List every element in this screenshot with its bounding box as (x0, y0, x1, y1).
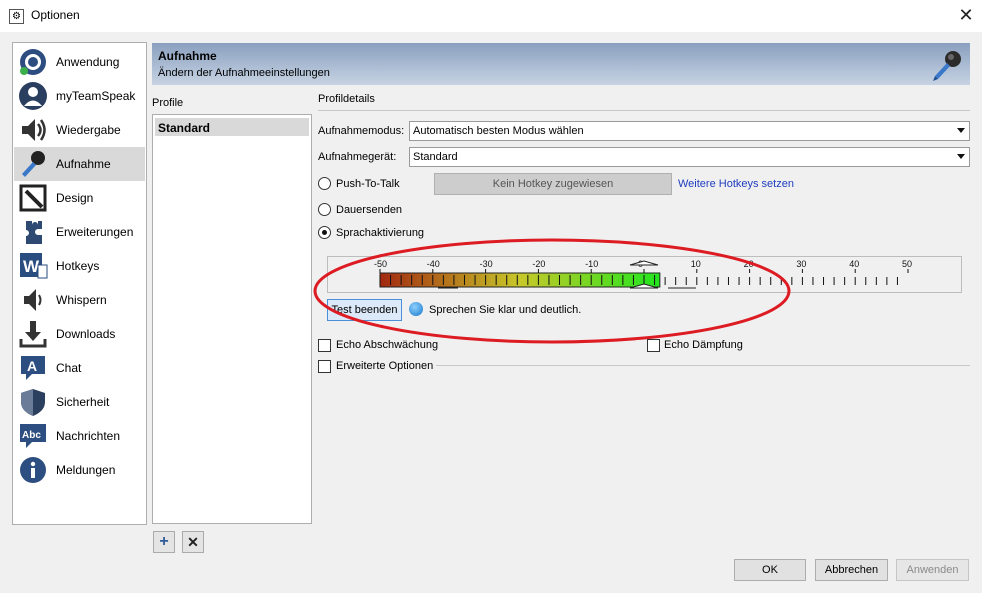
title-bar: ⚙ Optionen ✕ (0, 0, 982, 32)
cancel-button[interactable]: Abbrechen (815, 559, 888, 581)
echo-reduction-label: Echo Abschwächung (336, 339, 439, 351)
settings-gear-icon: ⚙ (9, 9, 24, 24)
sidebar-item-label: Erweiterungen (56, 225, 134, 239)
sidebar-item-sicherheit[interactable]: Sicherheit (14, 385, 145, 419)
meter-tick-label: 30 (796, 259, 806, 269)
sidebar-item-hotkeys[interactable]: W Hotkeys (14, 249, 145, 283)
recording-mode-label: Aufnahmemodus: (318, 125, 405, 137)
echo-cancellation-label: Echo Dämpfung (664, 339, 743, 351)
user-profile-icon (18, 81, 48, 111)
sidebar-item-design[interactable]: Design (14, 181, 145, 215)
advanced-options-checkbox[interactable] (318, 360, 331, 373)
sidebar-item-erweiterungen[interactable]: Erweiterungen (14, 215, 145, 249)
w-keyboard-icon: W (18, 251, 48, 281)
sidebar-item-meldungen[interactable]: Meldungen (14, 453, 145, 487)
sidebar-item-aufnahme[interactable]: Aufnahme (14, 147, 145, 181)
whisper-speaker-icon (18, 285, 48, 315)
advanced-options-label: Erweiterte Optionen (336, 360, 434, 372)
sidebar-item-label: Sicherheit (56, 395, 110, 409)
chat-bubble-icon: A (18, 353, 48, 383)
sidebar-item-chat[interactable]: A Chat (14, 351, 145, 385)
profile-item-standard[interactable]: Standard (155, 118, 309, 136)
abc-message-icon: Abc (18, 421, 48, 451)
push-to-talk-radio[interactable] (318, 177, 331, 190)
sidebar-item-label: Nachrichten (56, 429, 121, 443)
profile-item-label: Standard (158, 121, 211, 135)
profile-details-label: Profildetails (318, 93, 375, 105)
add-profile-button[interactable]: + (153, 531, 175, 553)
echo-reduction-checkbox[interactable] (318, 339, 331, 352)
settings-category-list: Anwendung myTeamSpeak Wiedergabe Aufnahme De… (12, 42, 147, 525)
chevron-down-icon (957, 128, 965, 133)
echo-cancellation-checkbox[interactable] (647, 339, 660, 352)
ok-button[interactable]: OK (734, 559, 806, 581)
svg-text:W: W (23, 257, 40, 276)
sidebar-item-myteamspeak[interactable]: myTeamSpeak (14, 79, 145, 113)
puzzle-icon (18, 217, 48, 247)
assign-hotkey-button[interactable]: Kein Hotkey zugewiesen (434, 173, 672, 195)
sidebar-item-label: Hotkeys (56, 259, 100, 273)
profile-list[interactable]: Standard (152, 114, 312, 524)
download-icon (18, 319, 48, 349)
annotation-ellipse (313, 238, 791, 344)
sidebar-item-anwendung[interactable]: Anwendung (14, 45, 145, 79)
recording-mode-value: Automatisch besten Modus wählen (413, 125, 584, 137)
microphone-icon (18, 149, 48, 179)
sidebar-item-label: myTeamSpeak (56, 89, 136, 103)
continuous-transmission-label: Dauersenden (336, 204, 403, 216)
continuous-transmission-radio[interactable] (318, 203, 331, 216)
sidebar-item-label: Aufnahme (56, 157, 111, 171)
divider (318, 110, 970, 111)
chevron-down-icon (957, 154, 965, 159)
design-pen-icon (18, 183, 48, 213)
info-icon (18, 455, 48, 485)
section-header: Aufnahme Ändern der Aufnahmeeinstellunge… (152, 43, 970, 85)
sidebar-item-label: Whispern (56, 293, 107, 307)
sidebar-item-label: Wiedergabe (56, 123, 121, 137)
recording-device-select[interactable]: Standard (409, 147, 970, 167)
recording-device-label: Aufnahmegerät: (318, 151, 397, 163)
divider (436, 365, 970, 366)
push-to-talk-label: Push-To-Talk (336, 178, 400, 190)
close-button[interactable]: ✕ (955, 4, 977, 26)
speaker-icon (18, 115, 48, 145)
sidebar-item-label: Design (56, 191, 94, 205)
sidebar-item-downloads[interactable]: Downloads (14, 317, 145, 351)
recording-mode-select[interactable]: Automatisch besten Modus wählen (409, 121, 970, 141)
section-title: Aufnahme (158, 49, 217, 63)
teamspeak-logo-icon (18, 47, 48, 77)
more-hotkeys-link[interactable]: Weitere Hotkeys setzen (678, 178, 794, 190)
remove-profile-button[interactable]: ✕ (182, 531, 204, 553)
microphone-icon (930, 48, 964, 82)
sidebar-item-label: Anwendung (56, 55, 120, 69)
recording-device-value: Standard (413, 151, 458, 163)
sidebar-item-whispern[interactable]: Whispern (14, 283, 145, 317)
svg-text:Abc: Abc (22, 430, 41, 441)
shield-icon (18, 387, 48, 417)
window-title: Optionen (31, 8, 80, 22)
sidebar-item-nachrichten[interactable]: Abc Nachrichten (14, 419, 145, 453)
sidebar-item-wiedergabe[interactable]: Wiedergabe (14, 113, 145, 147)
apply-button[interactable]: Anwenden (896, 559, 969, 581)
sidebar-item-label: Chat (56, 361, 82, 375)
svg-text:A: A (27, 358, 37, 374)
profile-list-label: Profile (152, 97, 184, 109)
sidebar-item-label: Downloads (56, 327, 116, 341)
sidebar-item-label: Meldungen (56, 463, 116, 477)
meter-tick-label: 50 (902, 259, 912, 269)
section-subtitle: Ändern der Aufnahmeeinstellungen (158, 67, 330, 79)
meter-tick-label: 40 (849, 259, 859, 269)
